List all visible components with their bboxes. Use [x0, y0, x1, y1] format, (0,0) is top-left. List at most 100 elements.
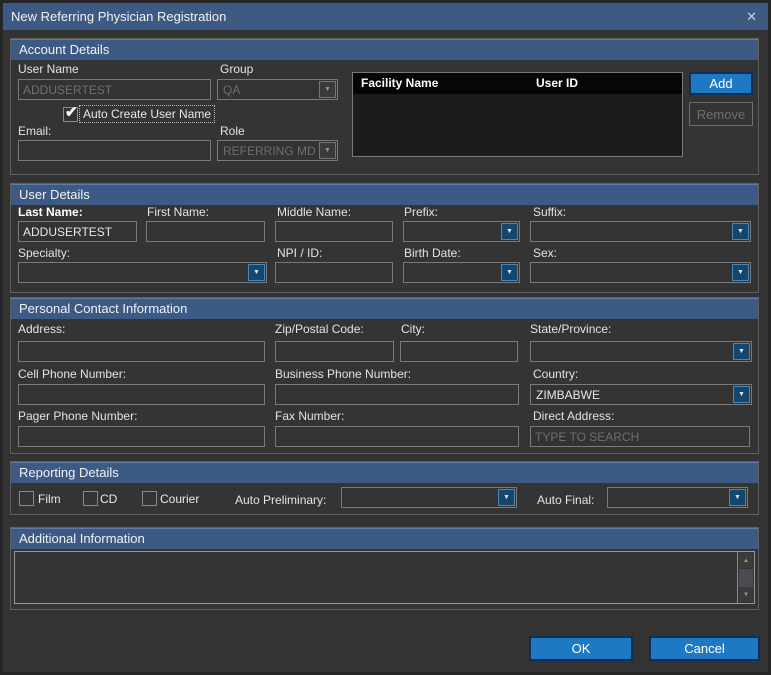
specialty-select[interactable]: ▼ — [18, 262, 267, 283]
section-account-details: Account Details User Name Group QA ▼ ✔ A… — [10, 38, 759, 175]
city-label: City: — [401, 322, 425, 336]
account-details-title: Account Details — [11, 40, 758, 59]
npi-id-field[interactable] — [275, 262, 393, 283]
prefix-label: Prefix: — [404, 205, 438, 219]
cd-label[interactable]: CD — [100, 492, 117, 506]
middle-name-field[interactable] — [275, 221, 393, 242]
personal-contact-title: Personal Contact Information — [11, 299, 758, 318]
state-select[interactable]: ▼ — [530, 341, 752, 362]
reporting-details-header: Reporting Details — [11, 462, 758, 483]
email-label: Email: — [18, 124, 51, 138]
city-field[interactable] — [400, 341, 518, 362]
email-field[interactable] — [18, 140, 211, 161]
additional-information-header: Additional Information — [11, 528, 758, 549]
triangle-down-icon: ▼ — [743, 592, 749, 598]
chevron-down-icon[interactable]: ▼ — [733, 343, 750, 360]
chevron-down-icon[interactable]: ▼ — [732, 223, 749, 240]
chevron-down-icon[interactable]: ▼ — [498, 489, 515, 506]
country-value: ZIMBABWE — [536, 388, 600, 402]
npi-id-label: NPI / ID: — [277, 246, 322, 260]
sex-label: Sex: — [533, 246, 557, 260]
additional-info-textarea[interactable]: ▲ ▼ — [14, 551, 755, 604]
role-select: REFERRING MD ▼ — [217, 140, 338, 161]
last-name-label: Last Name: — [18, 205, 83, 219]
triangle-up-icon: ▲ — [743, 558, 749, 564]
dialog-title: New Referring Physician Registration — [11, 3, 226, 30]
role-value: REFERRING MD — [223, 144, 316, 158]
auto-preliminary-select[interactable]: ▼ — [341, 487, 517, 508]
personal-contact-header: Personal Contact Information — [11, 298, 758, 319]
courier-checkbox[interactable] — [142, 491, 157, 506]
cancel-button[interactable]: Cancel — [649, 636, 760, 661]
additional-information-title: Additional Information — [11, 529, 758, 548]
suffix-select[interactable]: ▼ — [530, 221, 751, 242]
auto-preliminary-label: Auto Preliminary: — [235, 493, 326, 507]
user-name-input — [18, 79, 211, 100]
middle-name-label: Middle Name: — [277, 205, 351, 219]
section-user-details: User Details Last Name: First Name: Midd… — [10, 183, 759, 293]
check-icon: ✔ — [65, 103, 78, 121]
group-label: Group — [220, 62, 253, 76]
account-details-header: Account Details — [11, 39, 758, 60]
specialty-label: Specialty: — [18, 246, 70, 260]
section-additional-information: Additional Information ▲ ▼ — [10, 527, 759, 610]
chevron-down-icon[interactable]: ▼ — [501, 264, 518, 281]
state-label: State/Province: — [530, 322, 611, 336]
zip-field[interactable] — [275, 341, 394, 362]
ok-button[interactable]: OK — [529, 636, 633, 661]
chevron-down-icon: ▼ — [319, 81, 336, 98]
auto-final-label: Auto Final: — [537, 493, 594, 507]
user-name-label: User Name — [18, 62, 79, 76]
chevron-down-icon[interactable]: ▼ — [501, 223, 518, 240]
auto-final-select[interactable]: ▼ — [607, 487, 748, 508]
scroll-down-button[interactable]: ▼ — [739, 587, 753, 602]
film-label[interactable]: Film — [38, 492, 61, 506]
auto-create-checkbox[interactable]: ✔ — [63, 107, 78, 122]
zip-label: Zip/Postal Code: — [275, 322, 364, 336]
close-icon[interactable]: ✕ — [746, 3, 757, 30]
fax-field[interactable] — [275, 426, 519, 447]
section-reporting-details: Reporting Details Film CD Courier Auto P… — [10, 461, 759, 515]
sex-select[interactable]: ▼ — [530, 262, 751, 283]
last-name-field[interactable] — [18, 221, 137, 242]
birth-date-select[interactable]: ▼ — [403, 262, 520, 283]
country-label: Country: — [533, 367, 578, 381]
film-checkbox[interactable] — [19, 491, 34, 506]
chevron-down-icon[interactable]: ▼ — [729, 489, 746, 506]
cd-checkbox[interactable] — [83, 491, 98, 506]
business-phone-field[interactable] — [275, 384, 519, 405]
cell-phone-field[interactable] — [18, 384, 265, 405]
add-button[interactable]: Add — [689, 72, 753, 95]
scroll-up-button[interactable]: ▲ — [739, 553, 753, 568]
reporting-details-title: Reporting Details — [11, 463, 758, 482]
role-label: Role — [220, 124, 245, 138]
first-name-field[interactable] — [146, 221, 265, 242]
direct-address-label: Direct Address: — [533, 409, 614, 423]
chevron-down-icon: ▼ — [319, 142, 336, 159]
country-select[interactable]: ZIMBABWE ▼ — [530, 384, 752, 405]
courier-label[interactable]: Courier — [160, 492, 199, 506]
suffix-label: Suffix: — [533, 205, 566, 219]
facility-list-header: Facility Name User ID — [353, 73, 682, 94]
scrollbar[interactable]: ▲ ▼ — [737, 552, 754, 603]
user-details-title: User Details — [11, 185, 758, 204]
chevron-down-icon[interactable]: ▼ — [733, 386, 750, 403]
facility-list[interactable]: Facility Name User ID — [352, 72, 683, 157]
first-name-label: First Name: — [147, 205, 209, 219]
address-field[interactable] — [18, 341, 265, 362]
section-personal-contact: Personal Contact Information Address: Zi… — [10, 297, 759, 454]
remove-button: Remove — [689, 102, 753, 126]
title-bar: New Referring Physician Registration ✕ — [3, 3, 768, 30]
birth-date-label: Birth Date: — [404, 246, 461, 260]
chevron-down-icon[interactable]: ▼ — [248, 264, 265, 281]
prefix-select[interactable]: ▼ — [403, 221, 520, 242]
pager-phone-field[interactable] — [18, 426, 265, 447]
fax-label: Fax Number: — [275, 409, 344, 423]
scrollbar-thumb[interactable] — [739, 569, 753, 589]
chevron-down-icon[interactable]: ▼ — [732, 264, 749, 281]
auto-create-label[interactable]: Auto Create User Name — [79, 105, 215, 123]
pager-phone-label: Pager Phone Number: — [18, 409, 137, 423]
direct-address-field[interactable] — [530, 426, 750, 447]
group-select: QA ▼ — [217, 79, 338, 100]
address-label: Address: — [18, 322, 65, 336]
